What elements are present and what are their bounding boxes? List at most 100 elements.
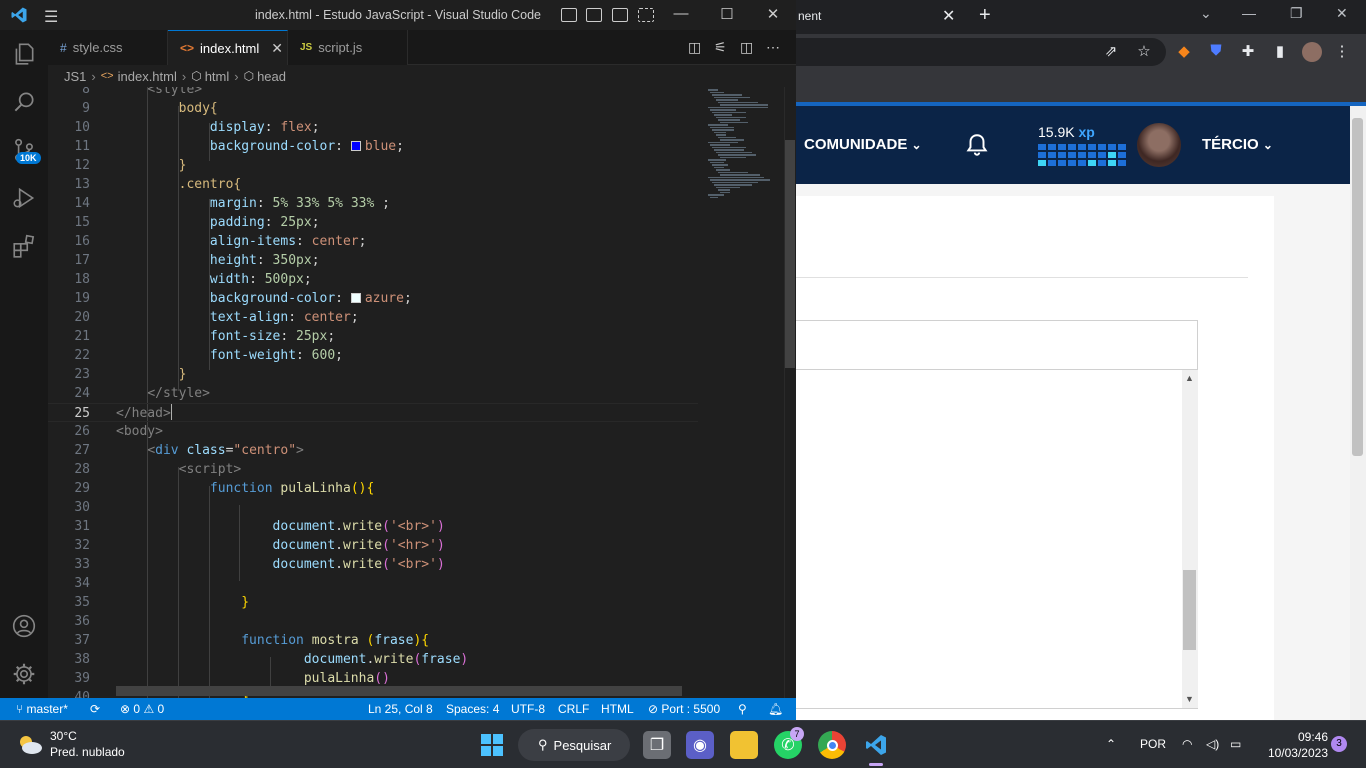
toggle-secondary-sidebar-icon[interactable] (612, 8, 628, 22)
minimize-icon[interactable]: — (1242, 5, 1256, 21)
minimap-line (720, 121, 748, 123)
input-box[interactable] (794, 320, 1198, 370)
task-view-icon[interactable]: ❐ (643, 731, 671, 759)
sidepanel-icon[interactable]: ▮ (1270, 42, 1290, 62)
browser-tab-close-icon[interactable]: ✕ (942, 6, 955, 26)
code-line: 12 } (74, 158, 187, 173)
close-icon[interactable]: ✕ (750, 5, 796, 23)
language-mode[interactable]: HTML (601, 702, 634, 716)
minimap[interactable] (698, 87, 784, 698)
branch-indicator[interactable]: ⑂ master* (16, 702, 68, 716)
battery-icon[interactable]: ▭ (1230, 737, 1241, 751)
chevron-down-icon[interactable]: ⌄ (1200, 5, 1212, 22)
teams-chat-icon[interactable]: ◉ (686, 731, 714, 759)
volume-icon[interactable]: ◁) (1206, 737, 1219, 751)
weather-desc[interactable]: Pred. nublado (50, 745, 125, 759)
profile-avatar[interactable] (1302, 42, 1322, 62)
open-preview-icon[interactable]: ◫ (688, 39, 701, 56)
windows-start-icon[interactable] (478, 731, 506, 759)
extension-shield-icon[interactable]: ⛊ (1206, 42, 1226, 62)
page-scrollbar-thumb[interactable] (1352, 118, 1363, 456)
nav-comunidade[interactable]: COMUNIDADE ⌄ (804, 136, 922, 153)
code-editor[interactable]: 8 <style> 9 body{ 10 display: flex; 11 b… (48, 87, 698, 698)
user-menu[interactable]: TÉRCIO ⌄ (1202, 136, 1273, 153)
share-icon[interactable]: ⇗ (1101, 42, 1121, 62)
live-server-port[interactable]: ⊘ Port : 5500 (648, 702, 720, 716)
taskbar-search[interactable]: ⚲ Pesquisar (518, 729, 630, 761)
problems-indicator[interactable]: ⊗ 0 ⚠ 0 (120, 702, 164, 716)
taskbar: 30°C Pred. nublado ⚲ Pesquisar ❐ ◉ ✆ 7 ⌃ … (0, 720, 1366, 768)
code-line: 37 function mostra (frase){ (74, 633, 430, 648)
wifi-icon[interactable]: ◠ (1182, 737, 1192, 751)
indentation[interactable]: Spaces: 4 (446, 702, 499, 716)
cursor-position[interactable]: Ln 25, Col 8 (368, 702, 433, 716)
metamask-icon[interactable]: ◆ (1174, 42, 1194, 62)
language-indicator[interactable]: POR (1140, 737, 1166, 751)
minimap-line (710, 161, 724, 163)
clock[interactable]: 09:46 10/03/2023 (1260, 729, 1328, 761)
weather-temp[interactable]: 30°C (50, 729, 77, 743)
chrome-icon[interactable] (818, 731, 846, 759)
breadcrumb-head[interactable]: head (257, 69, 286, 84)
tab-close-icon[interactable]: ✕ (271, 40, 283, 57)
toggle-sidebar-icon[interactable] (561, 8, 577, 22)
split-editor-icon[interactable]: ◫ (740, 39, 753, 56)
xp-cell (1038, 160, 1046, 166)
weather-cloud-icon[interactable] (16, 733, 44, 755)
notification-badge[interactable]: 3 (1331, 736, 1347, 752)
horizontal-scrollbar[interactable] (116, 686, 682, 696)
breadcrumb-folder[interactable]: JS1 (64, 69, 86, 84)
color-swatch-azure[interactable] (350, 293, 361, 303)
output-scrollbar[interactable] (1182, 370, 1198, 708)
xp-cell (1078, 144, 1086, 150)
close-icon[interactable]: ✕ (1336, 5, 1348, 22)
file-explorer-icon[interactable] (730, 731, 758, 759)
minimap-line (712, 181, 758, 183)
line-ending[interactable]: CRLF (558, 702, 589, 716)
scroll-down-icon[interactable]: ▼ (1185, 694, 1194, 704)
tab-script-js[interactable]: JS script.js (288, 30, 408, 65)
encoding[interactable]: UTF-8 (511, 702, 545, 716)
search-icon[interactable] (0, 78, 48, 126)
user-avatar[interactable] (1137, 123, 1181, 167)
source-control-icon[interactable] (0, 126, 48, 174)
tab-style-css[interactable]: # style.css (48, 30, 168, 65)
xp-counter: 15.9K xp (1038, 124, 1095, 140)
run-debug-icon[interactable] (0, 174, 48, 222)
explorer-icon[interactable] (0, 30, 48, 78)
restore-icon[interactable]: ❐ (1290, 5, 1303, 22)
toggle-panel-icon[interactable] (586, 8, 602, 22)
output-scrollbar-thumb[interactable] (1183, 570, 1196, 650)
star-icon[interactable]: ☆ (1134, 42, 1154, 62)
xp-cell (1068, 160, 1076, 166)
browser-tab-title[interactable]: nent (798, 9, 821, 23)
search-icon: ⚲ (538, 737, 548, 752)
puzzle-icon[interactable]: ✚ (1238, 42, 1258, 62)
bell-icon[interactable]: 🔔︎ (768, 702, 783, 716)
extensions-icon[interactable] (0, 222, 48, 270)
minimap-line (712, 164, 728, 166)
breadcrumb-file[interactable]: index.html (118, 69, 177, 84)
breadcrumb-html[interactable]: html (205, 69, 230, 84)
vscode-taskbar-icon[interactable] (862, 731, 890, 759)
more-actions-icon[interactable]: ⋯ (766, 39, 780, 56)
vertical-scrollbar-thumb[interactable] (785, 140, 795, 368)
accounts-icon[interactable] (0, 602, 48, 650)
code-line: 8 <style> (82, 87, 203, 97)
warning-icon: ⚠ (143, 702, 155, 716)
bell-icon[interactable] (964, 132, 990, 158)
maximize-icon[interactable]: ☐ (704, 5, 750, 23)
settings-gear-icon[interactable] (0, 650, 48, 698)
kebab-menu-icon[interactable]: ⋮ (1332, 42, 1352, 62)
tray-chevron-up-icon[interactable]: ⌃ (1106, 737, 1116, 751)
feedback-icon[interactable]: ⚲ (738, 702, 747, 716)
scroll-up-icon[interactable]: ▲ (1185, 373, 1194, 383)
color-swatch-blue[interactable] (350, 141, 361, 151)
minimize-icon[interactable]: — (658, 5, 704, 22)
tab-index-html[interactable]: <> index.html ✕ (168, 30, 288, 65)
compare-icon[interactable]: ⚟ (714, 39, 727, 56)
new-tab-icon[interactable]: + (979, 4, 991, 27)
sync-icon[interactable]: ⟳ (90, 702, 100, 716)
xp-cell (1108, 144, 1116, 150)
customize-layout-icon[interactable] (638, 8, 654, 22)
